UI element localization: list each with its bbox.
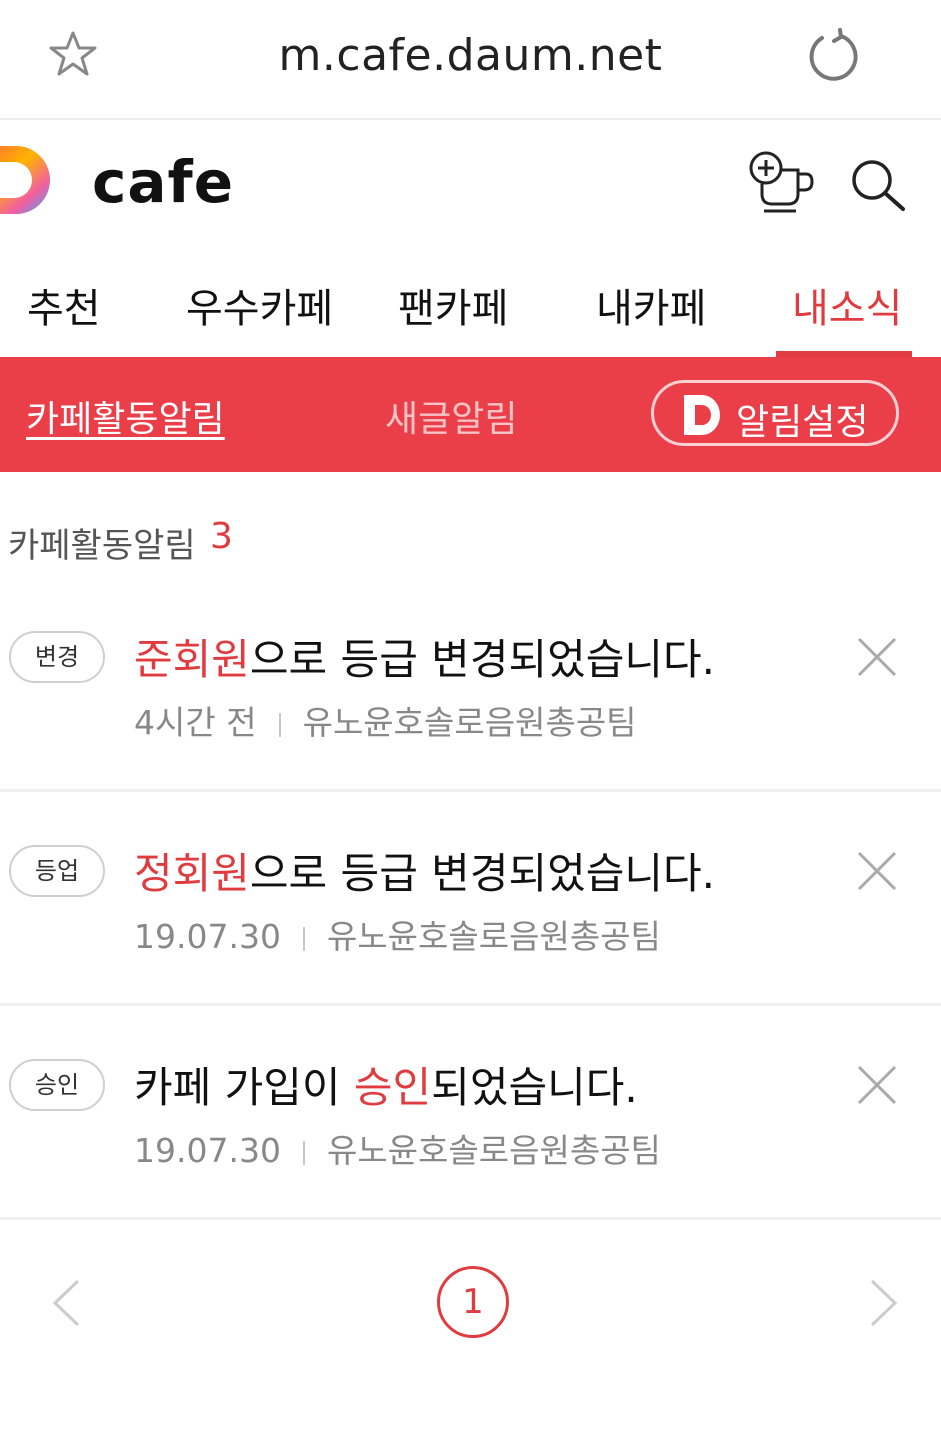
notification-item[interactable]: 변경 준회원으로 등급 변경되었습니다. 4시간 전 유노윤호솔로음원총공팀: [0, 578, 941, 792]
alarm-settings-label: 알림설정: [736, 402, 869, 443]
notification-time: 19.07.30: [134, 917, 281, 956]
notification-meta: 19.07.30 유노윤호솔로음원총공팀: [134, 910, 661, 958]
notification-item[interactable]: 승인 카페 가입이 승인되었습니다. 19.07.30 유노윤호솔로음원총공팀: [0, 1006, 941, 1220]
tab-fan-cafe[interactable]: 팬카페: [398, 276, 508, 334]
notification-message: 카페 가입이 승인되었습니다.: [134, 1054, 638, 1115]
notification-cafe[interactable]: 유노윤호솔로음원총공팀: [327, 1131, 661, 1170]
notification-highlight: 정회원: [134, 849, 250, 898]
notification-time: 19.07.30: [134, 1131, 281, 1170]
subnav-new-posts[interactable]: 새글알림: [385, 390, 517, 442]
notification-badge: 승인: [9, 1059, 105, 1111]
notification-text: 으로 등급 변경되었습니다.: [249, 635, 716, 684]
meta-separator: [302, 1140, 305, 1165]
close-icon[interactable]: [856, 636, 898, 678]
notification-cafe[interactable]: 유노윤호솔로음원총공팀: [327, 917, 661, 956]
notification-time: 4시간 전: [134, 703, 257, 742]
tab-recommend[interactable]: 추천: [27, 276, 101, 334]
notification-cafe[interactable]: 유노윤호솔로음원총공팀: [303, 703, 637, 742]
tab-my-cafe[interactable]: 내카페: [596, 276, 706, 334]
chevron-right-icon[interactable]: [866, 1278, 900, 1328]
reload-icon[interactable]: [806, 28, 860, 82]
notification-meta: 19.07.30 유노윤호솔로음원총공팀: [134, 1124, 661, 1172]
url-text[interactable]: m.cafe.daum.net: [0, 30, 941, 81]
notification-badge: 등업: [9, 845, 105, 897]
section-title: 카페활동알림: [8, 526, 196, 566]
notification-item[interactable]: 등업 정회원으로 등급 변경되었습니다. 19.07.30 유노윤호솔로음원총공팀: [0, 792, 941, 1006]
meta-separator: [302, 926, 305, 951]
alarm-settings-button[interactable]: 알림설정: [651, 380, 899, 446]
subnav-cafe-activity[interactable]: 카페활동알림: [26, 390, 225, 442]
notification-message: 준회원으로 등급 변경되었습니다.: [134, 626, 715, 687]
close-icon[interactable]: [856, 1064, 898, 1106]
notification-message: 정회원으로 등급 변경되었습니다.: [134, 840, 715, 901]
notification-badge: 변경: [9, 631, 105, 683]
tab-excellent-cafe[interactable]: 우수카페: [186, 276, 333, 334]
daum-logo-icon[interactable]: [0, 146, 58, 214]
notification-text: 으로 등급 변경되었습니다.: [249, 849, 716, 898]
tab-my-news[interactable]: 내소식: [792, 276, 902, 334]
page-number-current[interactable]: 1: [437, 1266, 509, 1338]
notification-highlight: 승인: [353, 1063, 432, 1112]
chevron-left-icon[interactable]: [50, 1278, 84, 1328]
cafe-add-icon[interactable]: [748, 150, 816, 214]
notification-meta: 4시간 전 유노윤호솔로음원총공팀: [134, 696, 637, 744]
divider: [0, 1217, 941, 1220]
cafe-brand[interactable]: cafe: [92, 148, 234, 216]
notification-prefix: 카페 가입이: [134, 1063, 354, 1112]
meta-separator: [278, 712, 281, 737]
close-icon[interactable]: [856, 850, 898, 892]
notification-highlight: 준회원: [134, 635, 250, 684]
search-icon[interactable]: [850, 158, 906, 212]
daum-d-icon: [684, 395, 720, 435]
notification-text: 되었습니다.: [431, 1063, 638, 1112]
section-count: 3: [210, 516, 233, 557]
